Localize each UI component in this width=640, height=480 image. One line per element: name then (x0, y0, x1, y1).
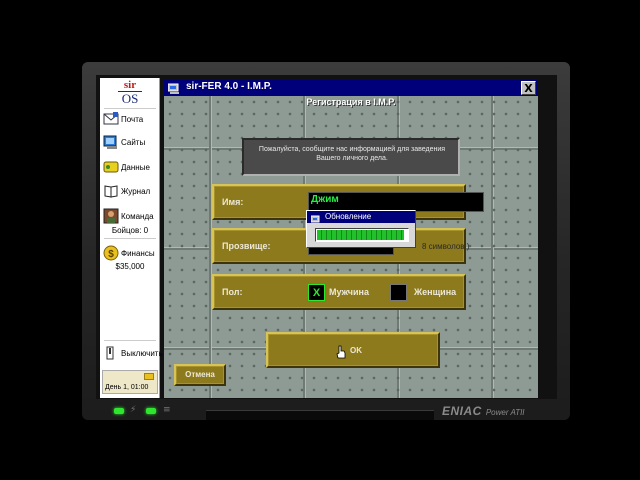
folder-icon (144, 373, 154, 380)
male-label: Мужчина (329, 287, 369, 297)
finance-money-icon: $ (103, 245, 119, 261)
checkmark-x: X (312, 286, 321, 299)
brand-logo: ENIAC (442, 404, 482, 418)
info-message-panel: Пожалуйста, сообщите нас информацией для… (242, 138, 460, 176)
journal-book-icon (103, 183, 119, 199)
ok-label: OK (350, 346, 362, 355)
window-titlebar: sir-FER 4.0 - I.M.P. (164, 80, 538, 96)
laptop-hinge (206, 410, 434, 420)
sidebar-item-data[interactable]: Данные (103, 156, 157, 178)
sidebar-item-team[interactable]: Команда (103, 205, 157, 227)
window-title: sir-FER 4.0 - I.M.P. (186, 81, 272, 92)
charge-icon: ⚡ (130, 405, 137, 415)
update-progress-bar (315, 228, 409, 242)
sidebar-item-sites[interactable]: Сайты (103, 131, 157, 153)
logo-os-text: OS (118, 91, 142, 105)
gender-label: Пол: (222, 287, 243, 297)
sidebar-item-label: Данные (121, 162, 150, 172)
logo-sir-text: sir (123, 79, 137, 91)
close-button[interactable]: X (521, 81, 536, 95)
game-clock: День 1, 01:00 (102, 370, 158, 394)
svg-text:$: $ (108, 249, 114, 260)
day-time-text: День 1, 01:00 (105, 384, 149, 391)
name-input[interactable]: Джим (308, 192, 484, 212)
gender-row-panel: Пол: X Мужчина Женщина (212, 274, 466, 310)
data-icon (103, 159, 119, 175)
computer-icon (310, 212, 321, 223)
cancel-label: Отмена (185, 370, 215, 379)
update-dialog: Обновление (306, 210, 416, 248)
sir-os-logo: sir OS (106, 80, 154, 106)
sidebar-item-label: Журнал (121, 186, 151, 196)
update-dialog-title: Обновление (325, 212, 372, 221)
nickname-label: Прозвище: (222, 241, 271, 251)
male-checkbox[interactable]: X (308, 284, 325, 301)
sidebar-divider (104, 340, 156, 341)
cancel-button[interactable]: Отмена (174, 364, 226, 386)
sidebar-item-mail[interactable]: Почта (103, 108, 157, 130)
sidebar-item-finance[interactable]: $ Финансы (103, 242, 157, 264)
power-off-icon (103, 345, 119, 361)
sidebar-divider (104, 238, 156, 239)
game-screen: { "sidebar": { "logo_top": "sir", "logo_… (0, 0, 640, 480)
balance-amount: $35,000 (115, 262, 145, 271)
mail-icon (103, 111, 119, 127)
activity-led (146, 408, 156, 414)
team-portrait-icon (103, 208, 119, 224)
sidebar: sir OS Почта Сайты Данные Журнал Команда… (100, 78, 163, 398)
name-value: Джим (311, 194, 339, 205)
menu-lines-icon: ≡ (163, 405, 171, 415)
female-checkbox[interactable] (390, 284, 407, 301)
sidebar-item-label: Почта (121, 114, 144, 124)
device-brand: ENIAC Power ATII (442, 402, 525, 420)
power-led (114, 408, 124, 414)
sidebar-item-label: Сайты (121, 137, 146, 147)
web-sites-icon (103, 134, 119, 150)
computer-icon (167, 82, 180, 94)
update-dialog-titlebar: Обновление (307, 211, 415, 223)
ok-button[interactable]: OK (266, 332, 440, 368)
sidebar-item-shutdown[interactable]: Выключить (103, 342, 163, 364)
sidebar-item-label: Финансы (121, 248, 155, 258)
nickname-hint: 8 символов ) (422, 242, 470, 251)
sidebar-item-journal[interactable]: Журнал (103, 180, 157, 202)
hand-cursor-icon (336, 345, 346, 359)
female-label: Женщина (414, 287, 457, 297)
sidebar-item-label: Команда (121, 211, 154, 221)
team-count: Бойцов: 0 (111, 226, 149, 235)
info-message: Пожалуйста, сообщите нас информацией для… (258, 146, 446, 162)
name-label: Имя: (222, 197, 244, 207)
progress-fill (317, 230, 404, 240)
sidebar-item-label: Выключить (121, 348, 163, 358)
page-title: Регистрация в I.M.P. (306, 97, 396, 107)
device-model: Power ATII (485, 408, 525, 417)
